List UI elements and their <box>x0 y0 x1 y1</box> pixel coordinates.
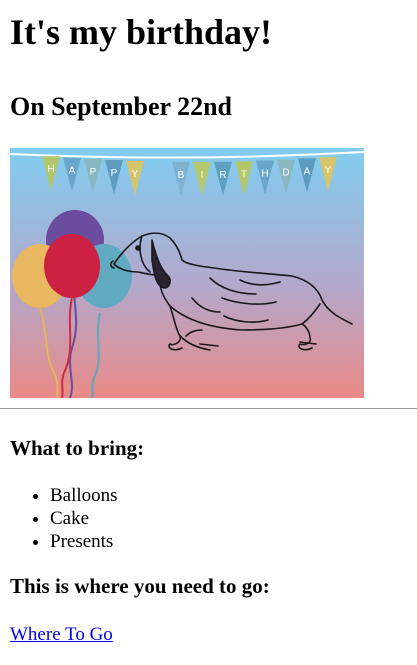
birthday-image: HAPPYBIRTHDAY <box>10 148 364 398</box>
bunting-letter: P <box>90 167 97 178</box>
bring-list: Balloons Cake Presents <box>10 484 407 553</box>
bunting-letter: Y <box>325 165 332 176</box>
divider <box>0 408 417 409</box>
bunting-letter: P <box>111 168 118 179</box>
bunting-letter: D <box>282 168 289 179</box>
bunting-letter: H <box>47 164 54 175</box>
page-title: It's my birthday! <box>10 12 273 52</box>
list-item: Balloons <box>50 484 407 507</box>
list-item: Presents <box>50 530 407 553</box>
where-to-go-link[interactable]: Where To Go <box>10 624 113 646</box>
bunting-letter: A <box>69 166 76 177</box>
bunting-letter: I <box>201 170 204 181</box>
bunting-letter: B <box>178 170 185 181</box>
what-to-bring-heading: What to bring: <box>10 436 145 460</box>
bunting-letter: R <box>219 170 226 181</box>
bunting-letter: T <box>241 169 247 180</box>
list-item: Cake <box>50 507 407 530</box>
bunting-letter: A <box>304 166 311 177</box>
date-heading: On September 22nd <box>10 92 232 121</box>
page-content: It's my birthday! On September 22nd H A P P… <box>0 10 417 646</box>
bunting-letter: H <box>261 169 268 180</box>
where-heading: This is where you need to go: <box>10 574 270 598</box>
bunting-letter: Y <box>132 169 139 180</box>
